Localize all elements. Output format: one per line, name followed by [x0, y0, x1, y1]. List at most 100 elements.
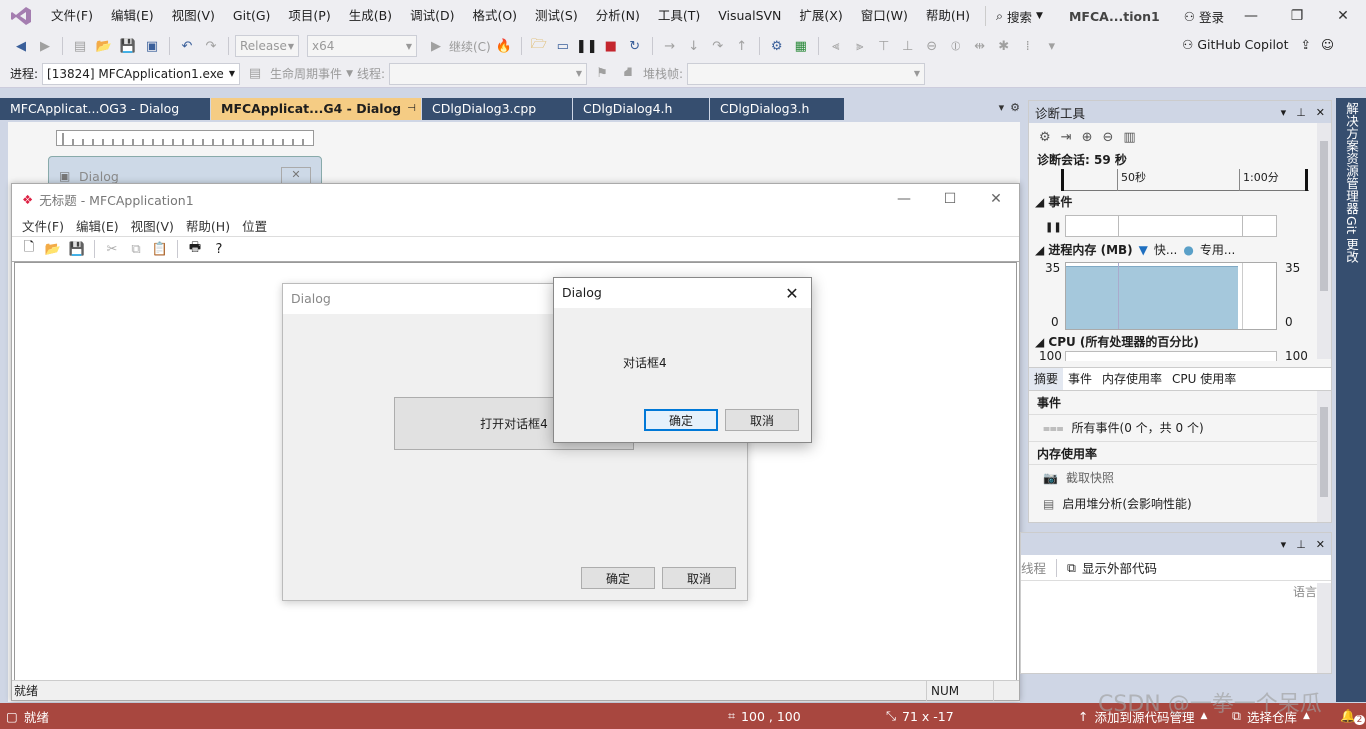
tab-dialog4[interactable]: MFCApplicat...G4 - Dialog ⊣ ✕: [211, 98, 432, 120]
test-dialog-icon[interactable]: ✱: [993, 35, 1015, 57]
dropdown-icon[interactable]: ▾: [1281, 538, 1287, 551]
align-top-icon[interactable]: ⊤: [873, 35, 895, 57]
cut-icon[interactable]: ✂: [101, 238, 123, 260]
app-maximize-button[interactable]: ☐: [927, 184, 973, 214]
zoom-in-icon[interactable]: ⊕: [1082, 130, 1093, 145]
tab-memory-usage[interactable]: 内存使用率: [1097, 368, 1167, 390]
align-bottom-icon[interactable]: ⊥: [897, 35, 919, 57]
align-left-icon[interactable]: ⫷: [825, 35, 847, 57]
settings-gear-icon[interactable]: ⚙: [1039, 130, 1051, 145]
center-h-icon[interactable]: ⊖: [921, 35, 943, 57]
stop-icon[interactable]: ■: [600, 35, 622, 57]
login-button[interactable]: ⚇ 登录: [1176, 7, 1232, 26]
dropdown-icon[interactable]: ▾: [1281, 106, 1287, 119]
platform-select[interactable]: x64 ▼: [307, 35, 417, 57]
github-copilot-button[interactable]: ⚇ GitHub Copilot ⇪ ☺: [1182, 37, 1334, 52]
flag-icon[interactable]: ⚑: [591, 63, 613, 85]
tab-cdlgdialog4-h[interactable]: CDlgDialog4.h: [573, 98, 709, 120]
enable-heap-profiling[interactable]: ▤ 启用堆分析(会影响性能): [1029, 491, 1317, 517]
menu-tools[interactable]: 工具(T): [649, 0, 709, 32]
menu-view[interactable]: 视图(V): [163, 0, 224, 32]
solution-explorer-tab[interactable]: 解决方案资源管理器: [1342, 102, 1361, 215]
tab-cpu-usage[interactable]: CPU 使用率: [1167, 368, 1241, 390]
dialog4-close-icon[interactable]: ✕: [777, 278, 807, 308]
redo-icon[interactable]: ↷: [200, 35, 222, 57]
pin-icon[interactable]: ⊥: [1296, 106, 1306, 119]
print-icon[interactable]: 🖶: [184, 238, 206, 260]
undo-icon[interactable]: ↶: [176, 35, 198, 57]
app-close-button[interactable]: ✕: [973, 184, 1019, 214]
thread-button[interactable]: 线程: [1021, 558, 1046, 577]
copy-icon[interactable]: ⧉: [125, 238, 147, 260]
tab-list-icon[interactable]: ▾: [999, 101, 1005, 114]
paste-icon[interactable]: 📋: [149, 238, 171, 260]
menu-extensions[interactable]: 扩展(X): [790, 0, 851, 32]
step-out-icon[interactable]: ↑: [731, 35, 753, 57]
app-minimize-button[interactable]: —: [881, 184, 927, 214]
language-column-header[interactable]: 语言: [1293, 583, 1317, 600]
pin-icon[interactable]: ⊥: [1296, 538, 1306, 551]
tab-cdlgdialog3-cpp[interactable]: CDlgDialog3.cpp: [422, 98, 572, 120]
timeline[interactable]: 50秒 1:00分: [1061, 169, 1309, 191]
menu-file[interactable]: 文件(F): [42, 0, 102, 32]
app-menu-edit[interactable]: 编辑(E): [70, 216, 125, 235]
pause-icon[interactable]: ❚❚: [576, 35, 598, 57]
process-select[interactable]: [13824] MFCApplication1.exe ▼: [42, 62, 241, 85]
forward-icon[interactable]: ▶: [34, 35, 56, 57]
app-menu-view[interactable]: 视图(V): [125, 216, 180, 235]
restart-icon[interactable]: ↻: [624, 35, 646, 57]
settings-gear-icon[interactable]: ⚙: [1010, 101, 1020, 114]
screen-icon[interactable]: ▦: [790, 35, 812, 57]
save-icon[interactable]: 💾: [117, 35, 139, 57]
step-into-icon[interactable]: ↓: [683, 35, 705, 57]
show-external-code-button[interactable]: 显示外部代码: [1082, 558, 1157, 577]
center-v-icon[interactable]: ⦶: [945, 35, 967, 57]
menu-edit[interactable]: 编辑(E): [102, 0, 163, 32]
git-changes-tab[interactable]: Git 更改: [1342, 216, 1361, 263]
align-right-icon[interactable]: ⫸: [849, 35, 871, 57]
dialog4-ok-button[interactable]: 确定: [644, 409, 718, 431]
diagnostics-icon[interactable]: ⚙: [766, 35, 788, 57]
dialog-main-ok-button[interactable]: 确定: [581, 567, 655, 589]
tab-summary[interactable]: 摘要: [1029, 368, 1064, 390]
menu-analyze[interactable]: 分析(N): [587, 0, 649, 32]
notifications-bell[interactable]: 🔔 2: [1340, 703, 1366, 729]
visual-studio-logo-icon[interactable]: [0, 0, 42, 32]
thread-filter-icon[interactable]: ⛘: [617, 63, 639, 85]
open-folder-icon[interactable]: 📂: [93, 35, 115, 57]
step-over-icon[interactable]: →: [659, 35, 681, 57]
guides-icon[interactable]: ⁞: [1017, 35, 1039, 57]
new-file-icon[interactable]: 🗋: [18, 238, 40, 260]
menu-window[interactable]: 窗口(W): [852, 0, 917, 32]
browse-icon[interactable]: 🗁: [528, 35, 550, 57]
close-icon[interactable]: ✕: [1316, 106, 1325, 119]
menu-build[interactable]: 生成(B): [340, 0, 401, 32]
menu-visualsvn[interactable]: VisualSVN: [709, 0, 790, 32]
chart-icon[interactable]: ▥: [1123, 130, 1135, 145]
zoom-out-icon[interactable]: ⊖: [1102, 130, 1113, 145]
call-stack-scrollbar[interactable]: [1317, 583, 1331, 673]
continue-button[interactable]: 继续(C): [449, 38, 491, 55]
take-snapshot-button[interactable]: 📷 截取快照: [1029, 465, 1317, 491]
diag-upper-scrollbar[interactable]: [1317, 123, 1331, 359]
back-icon[interactable]: ◀: [10, 35, 32, 57]
menu-git[interactable]: Git(G): [224, 0, 280, 32]
diag-lower-scrollbar[interactable]: [1317, 391, 1331, 522]
lifecycle-events[interactable]: 生命周期事件: [270, 65, 342, 82]
app-menu-file[interactable]: 文件(F): [16, 216, 70, 235]
space-h-icon[interactable]: ⇹: [969, 35, 991, 57]
menu-debug[interactable]: 调试(D): [401, 0, 463, 32]
dialog-main-cancel-button[interactable]: 取消: [662, 567, 736, 589]
hot-reload-icon[interactable]: 🔥: [493, 35, 515, 57]
menu-help[interactable]: 帮助(H): [917, 0, 979, 32]
feedback-icon[interactable]: ☺: [1321, 37, 1334, 52]
menu-format[interactable]: 格式(O): [463, 0, 526, 32]
export-icon[interactable]: ⇥: [1061, 130, 1072, 145]
search-box[interactable]: ⌕ 搜索 ▼: [985, 6, 1053, 26]
close-button[interactable]: ✕: [1320, 0, 1366, 32]
layout-icon[interactable]: ▭: [552, 35, 574, 57]
stack-frame-select[interactable]: ▼: [687, 62, 926, 85]
save-file-icon[interactable]: 💾: [66, 238, 88, 260]
minimize-button[interactable]: —: [1228, 0, 1274, 32]
share-icon[interactable]: ⇪: [1300, 37, 1310, 52]
